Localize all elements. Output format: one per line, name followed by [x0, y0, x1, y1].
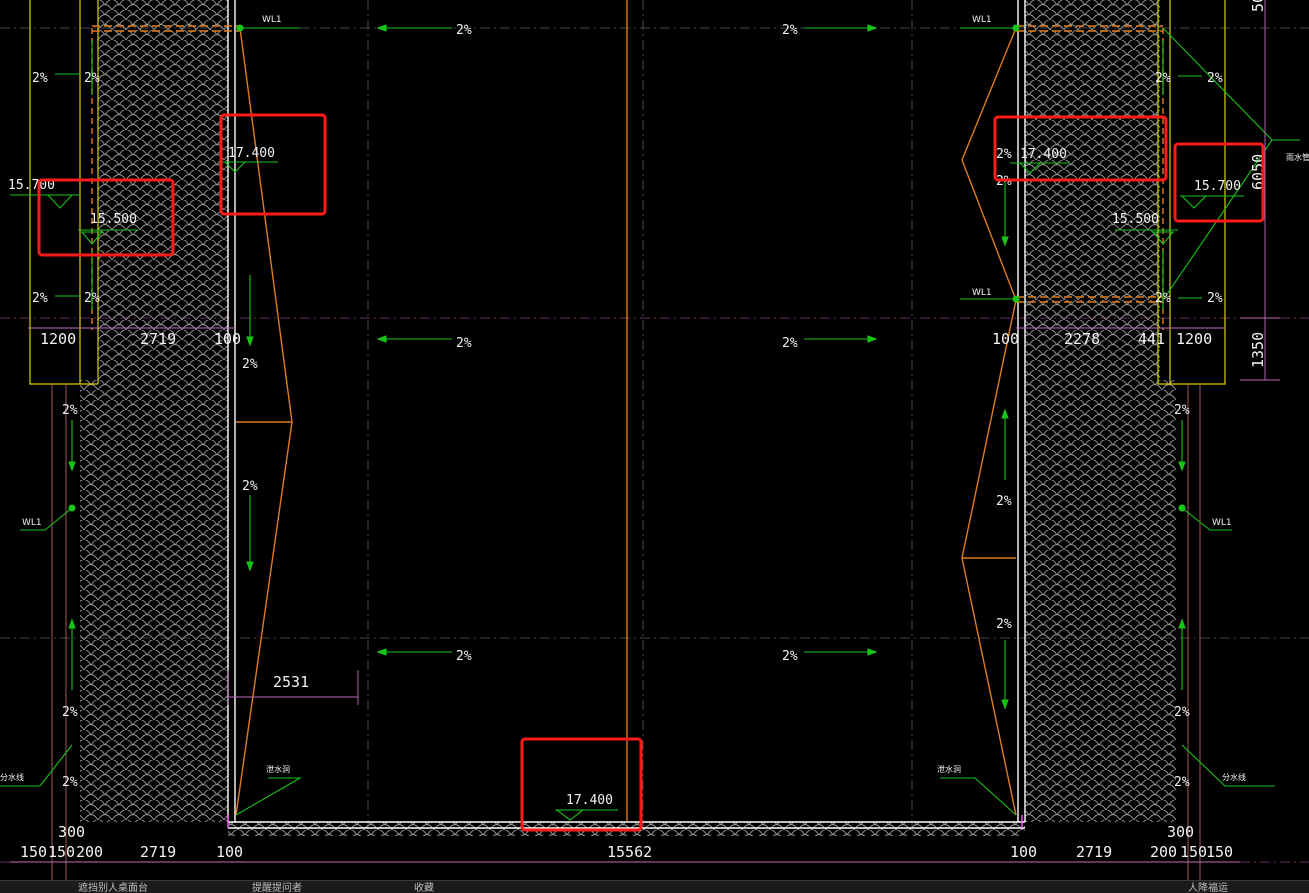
gutter-lines — [91, 0, 1164, 822]
dimension-label: 150 — [1180, 843, 1207, 861]
slope-label: 2% — [62, 403, 78, 418]
slope-label: 2% — [1174, 403, 1190, 418]
slope-label: 2% — [996, 494, 1012, 509]
slope-label: 2% — [782, 336, 798, 351]
slope-label: 2% — [84, 291, 100, 306]
elevation-label: 17.400 — [1020, 147, 1067, 162]
elevation-label: 15.500 — [1112, 212, 1159, 227]
dimension-label: 300 — [58, 823, 85, 841]
dimension-label: 2531 — [273, 673, 309, 691]
status-item[interactable]: 人降福运 — [1188, 881, 1228, 893]
dimension-label: 441 — [1138, 330, 1165, 348]
dimension-label: 1200 — [40, 330, 76, 348]
dimension-label: 300 — [1167, 823, 1194, 841]
dimension-label: 150 — [20, 843, 47, 861]
dimension-label: 100 — [216, 843, 243, 861]
slope-label: 2% — [32, 71, 48, 86]
dimension-label: 2719 — [1076, 843, 1112, 861]
slope-label: 2% — [32, 291, 48, 306]
drain-label: 泄水洞 — [266, 764, 290, 774]
status-item[interactable]: 遮挡别人桌面台 — [78, 881, 148, 893]
slope-label: 2% — [782, 649, 798, 664]
slope-label: 2% — [1207, 291, 1223, 306]
wl-label: WL1 — [972, 288, 992, 298]
divide-label: 分水线 — [0, 772, 24, 782]
elevation-label: 17.400 — [228, 146, 275, 161]
slope-label: 2% — [242, 479, 258, 494]
dimension-label: 1350 — [1249, 332, 1267, 368]
slope-label: 2% — [1174, 705, 1190, 720]
cad-drawing-canvas[interactable]: 2% 2% 2% 2% 2% 2% 2% 2% 2% 2% 2% 2% 2% 2… — [0, 0, 1309, 880]
slope-label: 2% — [1207, 71, 1223, 86]
status-item[interactable]: 提醒提问者 — [252, 881, 302, 893]
status-bar: 遮挡别人桌面台 提醒提问者 收藏 人降福运 — [0, 880, 1309, 893]
dimension-label: 50 — [1249, 0, 1267, 12]
slope-label: 2% — [62, 775, 78, 790]
elevation-label: 15.700 — [1194, 179, 1241, 194]
dimension-label: 100 — [1010, 843, 1037, 861]
slope-label: 2% — [62, 705, 78, 720]
slope-label: 2% — [1155, 291, 1171, 306]
wl-label: WL1 — [972, 15, 992, 25]
dimension-label: 150 — [1206, 843, 1233, 861]
elevation-label: 17.400 — [566, 793, 613, 808]
rain-pipe-label: 雨水管 — [1286, 152, 1309, 162]
slope-label: 2% — [1174, 775, 1190, 790]
divide-label: 分水线 — [1222, 772, 1246, 782]
tile-strips — [80, 0, 1176, 836]
slope-label: 2% — [1155, 71, 1171, 86]
slope-label: 2% — [242, 357, 258, 372]
dimension-label: 2719 — [140, 330, 176, 348]
dimension-label: 100 — [992, 330, 1019, 348]
slope-label: 2% — [456, 23, 472, 38]
wl-label: WL1 — [1212, 518, 1232, 528]
dimension-label: 200 — [76, 843, 103, 861]
dimension-label: 15562 — [607, 843, 652, 861]
slope-label: 2% — [456, 336, 472, 351]
dimension-label: 150 — [48, 843, 75, 861]
dimension-label: 1200 — [1176, 330, 1212, 348]
highlight-box — [520, 737, 643, 832]
wl-label: WL1 — [22, 518, 42, 528]
slope-label: 2% — [996, 617, 1012, 632]
dimension-label: 200 — [1150, 843, 1177, 861]
dimension-label: 2278 — [1064, 330, 1100, 348]
dimension-label: 100 — [214, 330, 241, 348]
dimension-label: 2719 — [140, 843, 176, 861]
drain-label: 泄水洞 — [937, 764, 961, 774]
slope-label: 2% — [456, 649, 472, 664]
wl-label: WL1 — [262, 15, 282, 25]
slope-label: 2% — [782, 23, 798, 38]
slope-label: 2% — [84, 71, 100, 86]
status-item[interactable]: 收藏 — [414, 881, 434, 893]
elevation-label: 15.500 — [90, 212, 137, 227]
slope-label: 2% — [996, 147, 1012, 162]
highlight-box — [219, 113, 327, 216]
